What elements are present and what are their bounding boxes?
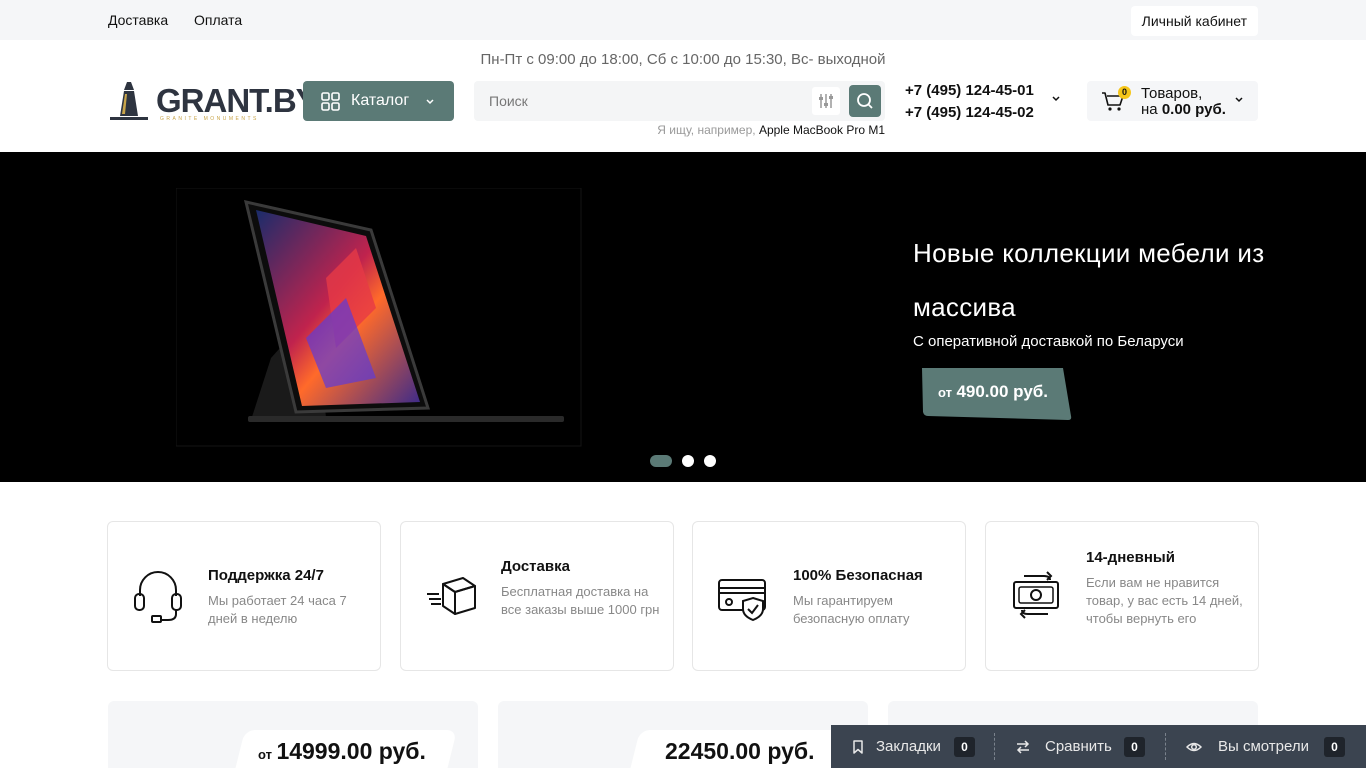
feature-card-return: 14-дневный Если вам не нравится товар, у… <box>985 521 1259 671</box>
feature-title: 14-дневный <box>1086 549 1175 566</box>
hero-price-value: 490.00 руб. <box>956 382 1048 401</box>
cart-button[interactable]: 0 Товаров, на 0.00 руб. <box>1087 81 1258 121</box>
cart-count-badge: 0 <box>1118 86 1131 99</box>
delivery-box-icon <box>427 577 476 615</box>
page: Доставка Оплата Личный кабинет Пн-Пт с 0… <box>0 0 1366 768</box>
feature-title: 100% Безопасная <box>793 567 923 584</box>
phone-1[interactable]: +7 (495) 124-45-01 <box>905 80 1034 102</box>
slider-dot-1[interactable] <box>650 455 672 467</box>
product-card[interactable]: 22450.00 руб. <box>498 701 868 768</box>
headset-icon <box>134 571 182 623</box>
hero-title: Новые коллекции мебели из массива <box>913 238 1265 322</box>
feature-title: Доставка <box>501 558 570 575</box>
feature-title: Поддержка 24/7 <box>208 567 324 584</box>
compare-count: 0 <box>1124 737 1145 757</box>
feature-card-support: Поддержка 24/7 Мы работает 24 часа 7 дне… <box>107 521 381 671</box>
hero-price-prefix: от <box>938 385 952 400</box>
search-input[interactable] <box>474 81 804 121</box>
viewed-button[interactable]: Вы смотрели 0 <box>1166 725 1366 768</box>
account-button[interactable]: Личный кабинет <box>1130 6 1258 36</box>
chevron-down-icon <box>426 99 434 105</box>
chevron-down-icon[interactable] <box>1051 94 1061 104</box>
product-card[interactable]: от 14999.00 руб. <box>108 701 478 768</box>
secure-card-icon <box>718 579 766 622</box>
compare-button[interactable]: Сравнить 0 <box>995 725 1165 768</box>
logo[interactable]: GRANT.BY GRANITE MONUMENTS <box>108 80 318 122</box>
monument-logo-icon <box>110 82 148 120</box>
viewed-label: Вы смотрели <box>1218 738 1309 755</box>
nav-link-delivery[interactable]: Доставка <box>108 12 168 28</box>
bookmarks-count: 0 <box>954 737 975 757</box>
nav-link-payment[interactable]: Оплата <box>194 12 242 28</box>
feature-card-secure: 100% Безопасная Мы гарантируем безопасну… <box>692 521 966 671</box>
feature-card-delivery: Доставка Бесплатная доставка на все зака… <box>400 521 674 671</box>
feature-desc: Если вам не нравится товар, у вас есть 1… <box>1086 575 1243 626</box>
tablet-product-image <box>176 188 582 447</box>
phones: +7 (495) 124-45-01 +7 (495) 124-45-02 <box>905 80 1034 124</box>
compare-arrows-icon <box>1016 740 1030 754</box>
search-bar <box>474 81 885 121</box>
slider-dot-2[interactable] <box>682 455 694 467</box>
product-price: от 14999.00 руб. <box>258 738 426 765</box>
hero-subtitle: С оперативной доставкой по Беларуси <box>913 333 1184 350</box>
bookmarks-button[interactable]: Закладки 0 <box>831 725 994 768</box>
eye-icon <box>1186 742 1202 752</box>
product-price-prefix: от <box>258 747 272 762</box>
compare-label: Сравнить <box>1045 738 1112 755</box>
bookmarks-label: Закладки <box>876 738 941 755</box>
phone-2[interactable]: +7 (495) 124-45-02 <box>905 102 1034 124</box>
search-hint-prefix: Я ищу, например, <box>657 123 756 137</box>
product-price-value: 14999.00 руб. <box>276 738 426 764</box>
hero-price-text: от 490.00 руб. <box>938 382 1048 402</box>
viewed-count: 0 <box>1324 737 1345 757</box>
cart-total: на 0.00 руб. <box>1141 101 1226 118</box>
chevron-down-icon <box>1235 97 1243 103</box>
hero-price-badge[interactable]: от 490.00 руб. <box>918 366 1072 420</box>
working-hours: Пн-Пт с 09:00 до 18:00, Сб с 10:00 до 15… <box>480 51 886 68</box>
cart-total-amount: 0.00 руб. <box>1161 101 1226 118</box>
top-bar: Доставка Оплата Личный кабинет <box>0 0 1366 40</box>
search-icon <box>857 93 873 109</box>
catalog-button[interactable]: Каталог <box>303 81 454 121</box>
feature-desc: Мы работает 24 часа 7 дней в неделю <box>208 593 347 626</box>
logo-subtext: GRANITE MONUMENTS <box>160 116 259 122</box>
logo-text: GRANT.BY <box>156 82 318 119</box>
cart-items-label: Товаров, <box>1141 85 1203 102</box>
search-hint-example[interactable]: Apple MacBook Pro M1 <box>759 123 885 137</box>
bookmark-icon <box>853 740 863 754</box>
grid-icon <box>321 92 340 111</box>
sliders-icon <box>819 94 833 108</box>
money-return-icon <box>1013 571 1059 619</box>
product-price-value: 22450.00 руб. <box>665 738 815 764</box>
search-filter-button[interactable] <box>812 87 840 115</box>
product-price: 22450.00 руб. <box>665 738 814 765</box>
search-hint: Я ищу, например, Apple MacBook Pro M1 <box>657 123 885 137</box>
slider-dot-3[interactable] <box>704 455 716 467</box>
feature-desc: Мы гарантируем безопасную оплату <box>793 593 910 626</box>
hero-banner[interactable]: Новые коллекции мебели из массива С опер… <box>0 152 1366 482</box>
catalog-label: Каталог <box>351 92 410 109</box>
search-button[interactable] <box>849 85 881 117</box>
bottom-panel: Закладки 0 Сравнить 0 Вы смотрели 0 <box>831 725 1366 768</box>
feature-desc: Бесплатная доставка на все заказы выше 1… <box>501 584 660 617</box>
cart-total-prefix: на <box>1141 101 1158 118</box>
